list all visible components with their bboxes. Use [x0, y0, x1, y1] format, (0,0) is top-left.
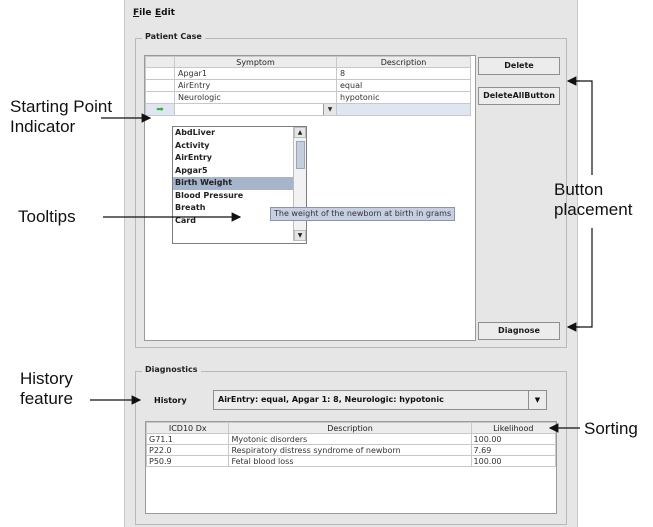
annotation-arrows: [90, 76, 593, 433]
bracket-top: [572, 80, 593, 175]
bracket-bottom: [572, 228, 593, 328]
